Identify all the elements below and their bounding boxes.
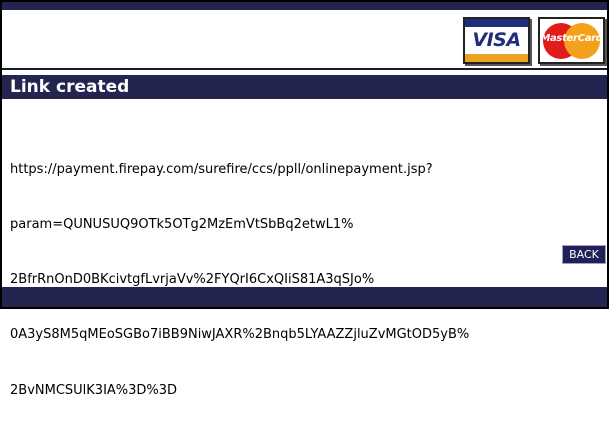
visa-logo: VISA [463, 17, 530, 64]
title-bar: Link created [2, 75, 607, 99]
payment-link-line: https://payment.firepay.com/surefire/ccs… [10, 161, 433, 177]
payment-page-frame: VISA MasterCard Link created https://pay… [0, 0, 609, 398]
payment-link-text: https://payment.firepay.com/surefire/ccs… [10, 124, 595, 437]
footer-bar [2, 287, 607, 307]
card-logo-strip: VISA MasterCard [2, 10, 607, 70]
mastercard-logo-text: MasterCard [540, 33, 603, 44]
payment-link-line: 0A3yS8M5qMEoSGBo7iBB9NiwJAXR%2Bnqb5LYAAZ… [10, 327, 470, 343]
top-header-bar [2, 2, 607, 10]
visa-bottom-band [465, 54, 528, 62]
visa-top-band [465, 19, 528, 27]
payment-link-line: 2BvNMCSUlK3IA%3D%3D [10, 382, 178, 398]
back-button[interactable]: BACK [562, 245, 606, 264]
visa-logo-text: VISA [472, 29, 521, 51]
mastercard-logo: MasterCard [538, 17, 605, 64]
payment-link-line: param=QUNUSUQ9OTk5OTg2MzEmVtSbBq2etwL1% [10, 217, 354, 233]
page-title: Link created [10, 77, 130, 97]
